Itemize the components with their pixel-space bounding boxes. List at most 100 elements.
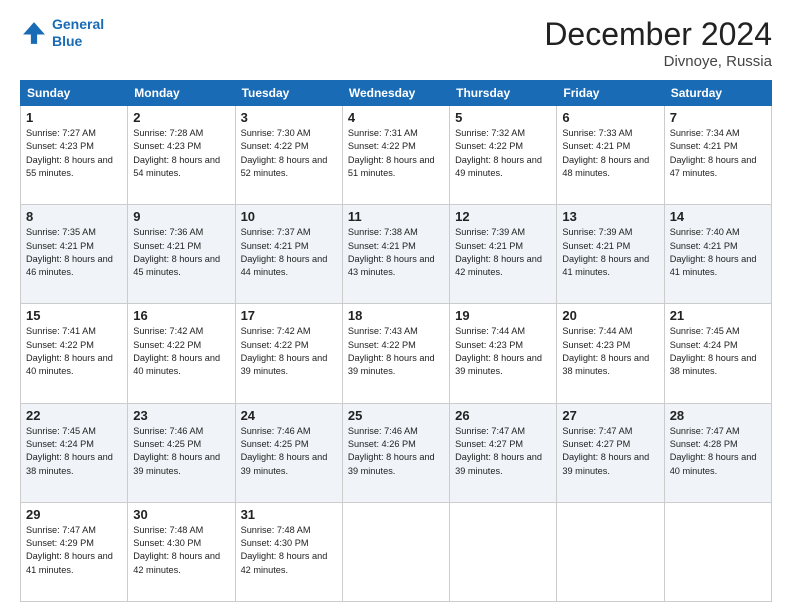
calendar-cell: 27Sunrise: 7:47 AMSunset: 4:27 PMDayligh… [557, 403, 664, 502]
weekday-header: Tuesday [235, 81, 342, 106]
calendar-cell: 9Sunrise: 7:36 AMSunset: 4:21 PMDaylight… [128, 205, 235, 304]
cell-details: Sunrise: 7:42 AMSunset: 4:22 PMDaylight:… [241, 325, 337, 378]
day-number: 22 [26, 408, 122, 423]
day-number: 17 [241, 308, 337, 323]
calendar-cell [557, 502, 664, 601]
weekday-header: Wednesday [342, 81, 449, 106]
cell-details: Sunrise: 7:46 AMSunset: 4:26 PMDaylight:… [348, 425, 444, 478]
calendar-cell: 5Sunrise: 7:32 AMSunset: 4:22 PMDaylight… [450, 106, 557, 205]
day-number: 15 [26, 308, 122, 323]
day-number: 1 [26, 110, 122, 125]
cell-details: Sunrise: 7:45 AMSunset: 4:24 PMDaylight:… [26, 425, 122, 478]
calendar-cell: 21Sunrise: 7:45 AMSunset: 4:24 PMDayligh… [664, 304, 771, 403]
calendar-cell: 28 Sunrise: 7:47 AMSunset: 4:28 PMDayligh… [664, 403, 771, 502]
cell-details: Sunrise: 7:47 AMSunset: 4:27 PMDaylight:… [562, 425, 658, 478]
weekday-header: Sunday [21, 81, 128, 106]
cell-details: Sunrise: 7:38 AMSunset: 4:21 PMDaylight:… [348, 226, 444, 279]
cell-details: Sunrise: 7:48 AMSunset: 4:30 PMDaylight:… [133, 524, 229, 577]
logo-text: General Blue [52, 16, 104, 50]
day-number: 23 [133, 408, 229, 423]
calendar-cell: 11Sunrise: 7:38 AMSunset: 4:21 PMDayligh… [342, 205, 449, 304]
day-number: 4 [348, 110, 444, 125]
cell-details: Sunrise: 7:33 AMSunset: 4:21 PMDaylight:… [562, 127, 658, 180]
calendar-cell: 4 Sunrise: 7:31 AMSunset: 4:22 PMDaylight… [342, 106, 449, 205]
day-number: 5 [455, 110, 551, 125]
cell-details: Sunrise: 7:45 AMSunset: 4:24 PMDaylight:… [670, 325, 766, 378]
cell-details: Sunrise: 7:48 AMSunset: 4:30 PMDaylight:… [241, 524, 337, 577]
weekday-header: Friday [557, 81, 664, 106]
day-number: 18 [348, 308, 444, 323]
calendar-week-row: 15 Sunrise: 7:41 AMSunset: 4:22 PMDayligh… [21, 304, 772, 403]
calendar-week-row: 1 Sunrise: 7:27 AMSunset: 4:23 PMDaylight… [21, 106, 772, 205]
logo: General Blue [20, 16, 104, 50]
day-number: 28 [670, 408, 766, 423]
cell-details: Sunrise: 7:47 AMSunset: 4:27 PMDaylight:… [455, 425, 551, 478]
day-number: 8 [26, 209, 122, 224]
calendar-cell: 24 Sunrise: 7:46 AMSunset: 4:25 PMDayligh… [235, 403, 342, 502]
day-number: 30 [133, 507, 229, 522]
cell-details: Sunrise: 7:41 AMSunset: 4:22 PMDaylight:… [26, 325, 122, 378]
cell-details: Sunrise: 7:42 AMSunset: 4:22 PMDaylight:… [133, 325, 229, 378]
day-number: 6 [562, 110, 658, 125]
day-number: 14 [670, 209, 766, 224]
cell-details: Sunrise: 7:47 AMSunset: 4:29 PMDaylight:… [26, 524, 122, 577]
calendar-cell: 10 Sunrise: 7:37 AMSunset: 4:21 PMDayligh… [235, 205, 342, 304]
logo-icon [20, 19, 48, 47]
calendar-cell: 17 Sunrise: 7:42 AMSunset: 4:22 PMDayligh… [235, 304, 342, 403]
calendar-cell: 1 Sunrise: 7:27 AMSunset: 4:23 PMDaylight… [21, 106, 128, 205]
cell-details: Sunrise: 7:40 AMSunset: 4:21 PMDaylight:… [670, 226, 766, 279]
day-number: 10 [241, 209, 337, 224]
weekday-header: Thursday [450, 81, 557, 106]
calendar-week-row: 8 Sunrise: 7:35 AMSunset: 4:21 PMDaylight… [21, 205, 772, 304]
cell-details: Sunrise: 7:39 AMSunset: 4:21 PMDaylight:… [562, 226, 658, 279]
calendar-cell [664, 502, 771, 601]
calendar-cell: 7Sunrise: 7:34 AMSunset: 4:21 PMDaylight… [664, 106, 771, 205]
header: General Blue December 2024 Divnoye, Russ… [20, 16, 772, 70]
weekday-header: Monday [128, 81, 235, 106]
cell-details: Sunrise: 7:36 AMSunset: 4:21 PMDaylight:… [133, 226, 229, 279]
cell-details: Sunrise: 7:44 AMSunset: 4:23 PMDaylight:… [562, 325, 658, 378]
calendar-cell: 12Sunrise: 7:39 AMSunset: 4:21 PMDayligh… [450, 205, 557, 304]
cell-details: Sunrise: 7:46 AMSunset: 4:25 PMDaylight:… [241, 425, 337, 478]
page: General Blue December 2024 Divnoye, Russ… [0, 0, 792, 612]
day-number: 26 [455, 408, 551, 423]
location: Divnoye, Russia [544, 53, 772, 70]
cell-details: Sunrise: 7:27 AMSunset: 4:23 PMDaylight:… [26, 127, 122, 180]
day-number: 13 [562, 209, 658, 224]
month-title: December 2024 [544, 16, 772, 53]
cell-details: Sunrise: 7:39 AMSunset: 4:21 PMDaylight:… [455, 226, 551, 279]
calendar-cell: 31 Sunrise: 7:48 AMSunset: 4:30 PMDayligh… [235, 502, 342, 601]
calendar-cell: 23 Sunrise: 7:46 AMSunset: 4:25 PMDayligh… [128, 403, 235, 502]
cell-details: Sunrise: 7:35 AMSunset: 4:21 PMDaylight:… [26, 226, 122, 279]
cell-details: Sunrise: 7:37 AMSunset: 4:21 PMDaylight:… [241, 226, 337, 279]
calendar-cell: 26 Sunrise: 7:47 AMSunset: 4:27 PMDayligh… [450, 403, 557, 502]
calendar-cell: 8 Sunrise: 7:35 AMSunset: 4:21 PMDaylight… [21, 205, 128, 304]
day-number: 24 [241, 408, 337, 423]
day-number: 19 [455, 308, 551, 323]
cell-details: Sunrise: 7:43 AMSunset: 4:22 PMDaylight:… [348, 325, 444, 378]
day-number: 20 [562, 308, 658, 323]
calendar-week-row: 22 Sunrise: 7:45 AMSunset: 4:24 PMDayligh… [21, 403, 772, 502]
calendar-cell: 22 Sunrise: 7:45 AMSunset: 4:24 PMDayligh… [21, 403, 128, 502]
calendar-header-row: SundayMondayTuesdayWednesdayThursdayFrid… [21, 81, 772, 106]
calendar-cell: 6 Sunrise: 7:33 AMSunset: 4:21 PMDaylight… [557, 106, 664, 205]
day-number: 25 [348, 408, 444, 423]
calendar-cell: 29Sunrise: 7:47 AMSunset: 4:29 PMDayligh… [21, 502, 128, 601]
calendar-cell: 20 Sunrise: 7:44 AMSunset: 4:23 PMDayligh… [557, 304, 664, 403]
calendar-cell: 3 Sunrise: 7:30 AMSunset: 4:22 PMDaylight… [235, 106, 342, 205]
calendar-cell: 2Sunrise: 7:28 AMSunset: 4:23 PMDaylight… [128, 106, 235, 205]
cell-details: Sunrise: 7:46 AMSunset: 4:25 PMDaylight:… [133, 425, 229, 478]
cell-details: Sunrise: 7:44 AMSunset: 4:23 PMDaylight:… [455, 325, 551, 378]
cell-details: Sunrise: 7:47 AMSunset: 4:28 PMDaylight:… [670, 425, 766, 478]
cell-details: Sunrise: 7:30 AMSunset: 4:22 PMDaylight:… [241, 127, 337, 180]
day-number: 3 [241, 110, 337, 125]
calendar-cell: 18 Sunrise: 7:43 AMSunset: 4:22 PMDayligh… [342, 304, 449, 403]
day-number: 31 [241, 507, 337, 522]
calendar-cell: 19 Sunrise: 7:44 AMSunset: 4:23 PMDayligh… [450, 304, 557, 403]
cell-details: Sunrise: 7:34 AMSunset: 4:21 PMDaylight:… [670, 127, 766, 180]
calendar-week-row: 29Sunrise: 7:47 AMSunset: 4:29 PMDayligh… [21, 502, 772, 601]
calendar-cell: 16Sunrise: 7:42 AMSunset: 4:22 PMDayligh… [128, 304, 235, 403]
cell-details: Sunrise: 7:31 AMSunset: 4:22 PMDaylight:… [348, 127, 444, 180]
calendar-cell: 13 Sunrise: 7:39 AMSunset: 4:21 PMDayligh… [557, 205, 664, 304]
calendar-cell: 25 Sunrise: 7:46 AMSunset: 4:26 PMDayligh… [342, 403, 449, 502]
